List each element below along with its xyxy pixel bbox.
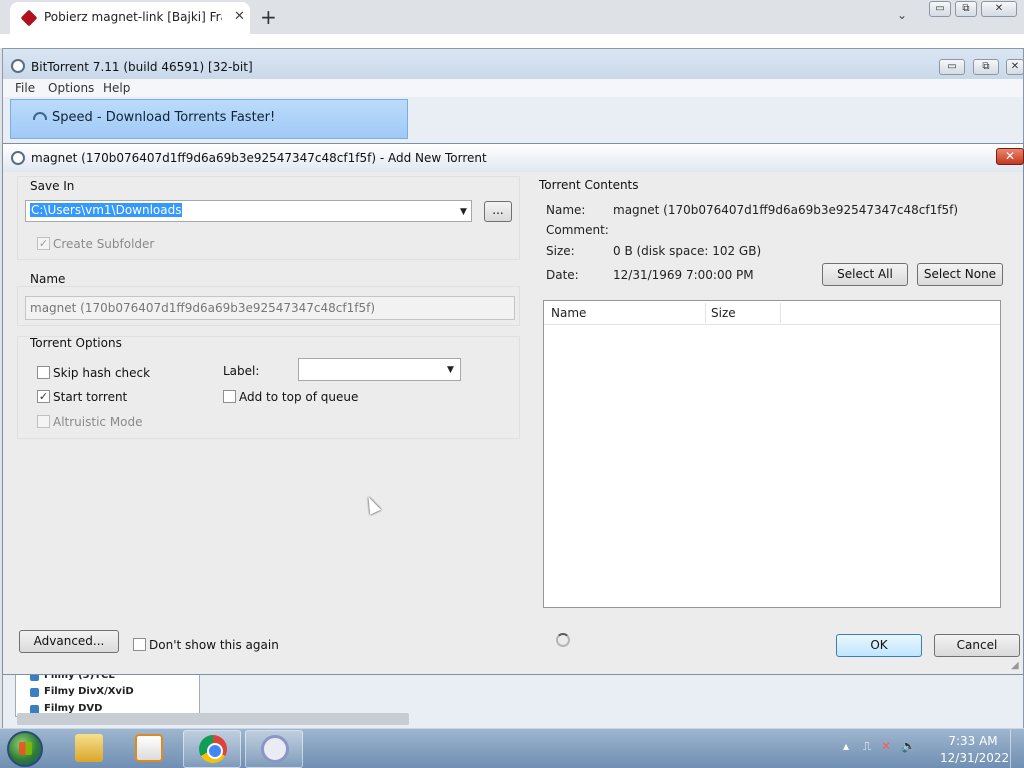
altruistic-mode-checkbox <box>37 415 50 428</box>
dont-show-again-checkbox[interactable] <box>133 638 146 651</box>
dialog-titlebar: magnet (170b076407d1ff9d6a69b3e92547347c… <box>3 144 1024 172</box>
contents-size-value: 0 B (disk space: 102 GB) <box>613 244 762 258</box>
altruistic-mode-label: Altruistic Mode <box>53 415 143 429</box>
speed-gauge-icon <box>33 112 47 120</box>
browser-toolbar <box>0 34 1024 48</box>
contents-date-value: 12/31/1969 7:00:00 PM <box>613 268 754 282</box>
new-tab-button[interactable]: + <box>260 5 277 29</box>
column-header-size[interactable]: Size <box>711 306 736 320</box>
add-to-top-checkbox[interactable] <box>223 390 236 403</box>
start-torrent-label[interactable]: Start torrent <box>53 390 127 404</box>
cancel-button[interactable]: Cancel <box>934 634 1020 657</box>
clock-date[interactable]: 12/31/2022 <box>940 751 1009 765</box>
sidebar-item-filmy-divx[interactable]: Filmy DivX/XviD <box>30 686 134 697</box>
browser-tab[interactable]: Pobierz magnet-link [Bajki] Frank ✕ <box>10 2 250 34</box>
menu-options[interactable]: Options <box>48 81 94 95</box>
browser-tabstrip: Pobierz magnet-link [Bajki] Frank ✕ + ⌄ … <box>0 0 1024 34</box>
loading-spinner-icon <box>556 633 570 647</box>
torrent-contents-label: Torrent Contents <box>539 178 639 192</box>
column-divider[interactable] <box>705 303 706 323</box>
tray-expand-icon[interactable]: ▴ <box>843 739 849 753</box>
bittorrent-titlebar: BitTorrent 7.11 (build 46591) [32-bit] ▭… <box>3 49 1024 79</box>
torrent-options-label: Torrent Options <box>30 336 122 350</box>
create-subfolder-label: Create Subfolder <box>53 237 155 251</box>
tab-search-icon[interactable]: ⌄ <box>897 8 907 22</box>
browser-tab-title: Pobierz magnet-link [Bajki] Frank <box>44 10 222 24</box>
contents-size-key: Size: <box>546 244 575 258</box>
bittorrent-sidebar: Filmy (3)TCL Filmy DivX/XviD Filmy DVD <box>15 673 200 717</box>
save-path-combobox[interactable]: C:\Users\vm1\Downloads <box>25 200 472 222</box>
contents-comment-key: Comment: <box>546 223 609 237</box>
bittorrent-logo-icon <box>11 151 25 165</box>
browser-close-button[interactable]: ✕ <box>981 1 1017 17</box>
chevron-down-icon[interactable]: ▼ <box>447 365 454 375</box>
dialog-close-button[interactable]: ✕ <box>996 148 1024 165</box>
chevron-down-icon[interactable]: ▼ <box>460 207 467 217</box>
contents-name-key: Name: <box>546 203 586 217</box>
bittorrent-restore-button[interactable]: ⧉ <box>973 59 999 75</box>
browser-restore-button[interactable]: ⧉ <box>955 1 977 17</box>
file-list[interactable]: Name Size <box>543 300 1001 608</box>
bittorrent-title: BitTorrent 7.11 (build 46591) [32-bit] <box>31 60 253 74</box>
column-header-name[interactable]: Name <box>551 306 586 320</box>
bittorrent-logo-icon <box>11 59 25 73</box>
skip-hash-check-label[interactable]: Skip hash check <box>53 366 150 380</box>
action-center-icon[interactable]: ✕ <box>881 739 891 753</box>
start-torrent-checkbox[interactable]: ✓ <box>37 390 50 403</box>
menu-file[interactable]: File <box>15 81 35 95</box>
speed-banner-text: Speed - Download Torrents Faster! <box>52 110 276 125</box>
taskbar: ▴ ⎍ ✕ 🔈 7:33 AM 12/31/2022 <box>0 728 1024 768</box>
show-desktop-button[interactable] <box>1010 729 1024 768</box>
bittorrent-minimize-button[interactable]: ▭ <box>939 59 965 75</box>
label-combobox[interactable] <box>298 358 461 381</box>
file-list-header: Name Size <box>544 301 1000 325</box>
taskbar-media-player[interactable] <box>120 730 178 768</box>
menu-help[interactable]: Help <box>103 81 130 95</box>
bittorrent-close-button[interactable]: ✕ <box>1006 59 1024 75</box>
create-subfolder-checkbox: ✓ <box>37 237 50 250</box>
bittorrent-menubar: File Options Help <box>3 79 1023 97</box>
select-none-button[interactable]: Select None <box>917 263 1003 286</box>
add-to-top-label[interactable]: Add to top of queue <box>239 390 358 404</box>
start-button[interactable] <box>7 731 43 767</box>
name-label: Name <box>30 272 66 286</box>
dialog-title: magnet (170b076407d1ff9d6a69b3e92547347c… <box>31 151 487 165</box>
site-favicon-icon <box>20 9 38 27</box>
system-tray: ▴ ⎍ ✕ 🔈 <box>843 739 916 754</box>
taskbar-chrome[interactable] <box>183 730 241 768</box>
save-path-value: C:\Users\vm1\Downloads <box>30 203 183 217</box>
volume-icon[interactable]: 🔈 <box>901 739 916 753</box>
taskbar-bittorrent[interactable] <box>245 730 303 768</box>
skip-hash-check-checkbox[interactable] <box>37 366 50 379</box>
column-divider[interactable] <box>780 303 781 323</box>
clock-time[interactable]: 7:33 AM <box>945 734 1001 748</box>
select-all-button[interactable]: Select All <box>822 263 908 286</box>
speed-banner[interactable]: Speed - Download Torrents Faster! <box>10 99 408 139</box>
bittorrent-icon <box>261 735 289 763</box>
torrent-name-field: magnet (170b076407d1ff9d6a69b3e92547347c… <box>25 296 515 320</box>
ok-button[interactable]: OK <box>836 634 922 657</box>
contents-name-value: magnet (170b076407d1ff9d6a69b3e92547347c… <box>613 203 959 217</box>
browser-minimize-button[interactable]: ▭ <box>929 1 951 17</box>
advanced-button[interactable]: Advanced... <box>19 630 119 653</box>
network-icon[interactable]: ⎍ <box>863 739 871 753</box>
browse-button[interactable]: ... <box>484 201 512 222</box>
horizontal-scrollbar[interactable] <box>17 713 409 725</box>
folder-icon <box>75 734 103 762</box>
dont-show-again-label[interactable]: Don't show this again <box>149 638 279 652</box>
resize-grip-icon[interactable]: ◢ <box>1011 660 1019 671</box>
save-in-label: Save In <box>30 179 75 193</box>
chrome-icon <box>199 735 227 763</box>
media-player-icon <box>135 734 163 762</box>
label-field-label: Label: <box>223 364 260 378</box>
tab-close-icon[interactable]: ✕ <box>234 9 245 24</box>
add-torrent-dialog: magnet (170b076407d1ff9d6a69b3e92547347c… <box>2 143 1024 675</box>
taskbar-explorer[interactable] <box>60 730 118 768</box>
contents-date-key: Date: <box>546 268 579 282</box>
